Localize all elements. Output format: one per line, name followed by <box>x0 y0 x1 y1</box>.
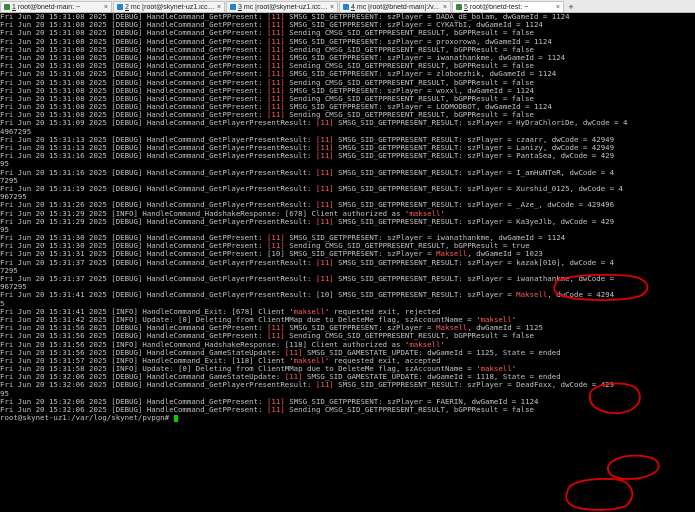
tab-number: 4 <box>351 3 355 11</box>
log-line: Fri Jun 20 15:31:37 2025 [DEBUG] HandleC… <box>0 274 695 283</box>
terminal-output[interactable]: Fri Jun 20 15:31:08 2025 [DEBUG] HandleC… <box>0 13 695 512</box>
log-line: Fri Jun 20 15:31:37 2025 [DEBUG] HandleC… <box>0 257 695 267</box>
log-line: Fri Jun 20 15:32:06 2025 [DEBUG] HandleC… <box>0 381 695 389</box>
terminal-icon <box>4 4 10 10</box>
tab-title: root@bnetd-main: ~ <box>17 3 81 11</box>
log-text: Fri Jun 20 15:31:19 2025 [DEBUG] HandleC… <box>0 183 316 193</box>
log-text: Fri Jun 20 15:32:06 2025 [DEBUG] HandleC… <box>0 380 316 390</box>
close-icon[interactable]: × <box>556 4 560 11</box>
terminal-icon <box>230 4 236 10</box>
close-icon[interactable]: × <box>104 4 108 11</box>
log-text: root@skynet-uz1:/var/log/skynet/pvpgn# <box>0 413 174 423</box>
log-text: SMSG_SID_GETPPRESENT_RESULT: szPlayer = … <box>333 183 623 193</box>
log-text: SMSG_SID_GETPPRESENT_RESULT: szPlayer = … <box>333 380 615 390</box>
close-icon[interactable]: × <box>217 4 221 11</box>
log-text: Fri Jun 20 15:31:09 2025 [DEBUG] HandleC… <box>0 118 316 128</box>
log-text: Fri Jun 20 15:31:16 2025 [DEBUG] HandleC… <box>0 167 316 177</box>
log-text: SMSG_SID_GETPPRESENT_RESULT: szPlayer = … <box>333 151 615 161</box>
highlight-text: [11] <box>266 405 285 414</box>
tab-1[interactable]: 1 root@bnetd-main: ~ × <box>0 1 112 12</box>
tab-title: mc [root@skynet-uz1.iccu... <box>130 3 215 11</box>
tab-title: root@bnetd-test: ~ <box>469 3 529 11</box>
highlight-text: [11] <box>315 151 334 161</box>
tab-title: mc [root@skynet-uz1.iccu... <box>243 3 328 11</box>
log-line: Fri Jun 20 15:31:16 2025 [DEBUG] HandleC… <box>0 167 695 177</box>
log-line: Fri Jun 20 15:31:19 2025 [DEBUG] HandleC… <box>0 183 695 193</box>
log-text: Fri Jun 20 15:31:16 2025 [DEBUG] HandleC… <box>0 151 316 161</box>
log-text: , dwCode = 4294 <box>547 290 615 300</box>
log-text: Fri Jun 20 15:31:37 2025 [DEBUG] HandleC… <box>0 274 316 283</box>
highlight-text: [11] <box>315 274 334 283</box>
highlight-text: [11] <box>315 183 334 193</box>
new-tab-button[interactable]: + <box>565 1 577 12</box>
close-icon[interactable]: × <box>443 4 447 11</box>
tab-number: 3 <box>238 3 242 11</box>
tab-2[interactable]: 2 mc [root@skynet-uz1.iccu... × <box>113 1 225 12</box>
tab-3[interactable]: 3 mc [root@skynet-uz1.iccu... × <box>226 1 338 12</box>
log-text: Fri Jun 20 15:31:41 2025 [DEBUG] HandleC… <box>0 290 517 300</box>
tab-number: 1 <box>12 3 16 11</box>
tab-title: mc [root@bnetd-main]:/v... <box>356 3 439 11</box>
text-cursor <box>173 414 178 422</box>
tab-5[interactable]: 5 root@bnetd-test: ~ × <box>452 1 564 12</box>
tab-4[interactable]: 4 mc [root@bnetd-main]:/v... × <box>339 1 451 12</box>
shell-prompt: root@skynet-uz1:/var/log/skynet/pvpgn# <box>0 414 695 422</box>
log-line: Fri Jun 20 15:31:16 2025 [DEBUG] HandleC… <box>0 152 695 160</box>
terminal-icon <box>117 4 123 10</box>
highlight-text: [11] <box>315 118 334 128</box>
highlight-text: [11] <box>315 380 334 390</box>
close-icon[interactable]: × <box>330 4 334 11</box>
tab-number: 5 <box>464 3 468 11</box>
log-text: Sending CMSG_SID_GETPPRESENT_RESULT, bGP… <box>284 405 534 414</box>
terminal-icon <box>456 4 462 10</box>
log-text: SMSG_SID_GETPPRESENT_RESULT: szPlayer = … <box>333 257 615 267</box>
log-text: Fri Jun 20 15:31:29 2025 [DEBUG] HandleC… <box>0 216 316 226</box>
terminal-icon <box>343 4 349 10</box>
highlight-text: [11] <box>315 257 334 267</box>
log-text: SMSG_SID_GETPPRESENT_RESULT: szPlayer = … <box>333 118 628 128</box>
highlight-text: [11] <box>315 216 334 226</box>
tab-number: 2 <box>125 3 129 11</box>
log-text: SMSG_SID_GETPPRESENT_RESULT: szPlayer = … <box>333 167 615 177</box>
highlight-text: [11] <box>315 167 334 177</box>
log-text: SMSG_SID_GETPPRESENT_RESULT: szPlayer = … <box>333 216 615 226</box>
log-line: Fri Jun 20 15:31:29 2025 [DEBUG] HandleC… <box>0 216 695 226</box>
log-line: Fri Jun 20 15:31:09 2025 [DEBUG] HandleC… <box>0 119 695 127</box>
highlight-text: Maksell <box>516 290 548 300</box>
log-line: Fri Jun 20 15:31:41 2025 [DEBUG] HandleC… <box>0 291 695 299</box>
log-text: Fri Jun 20 15:31:37 2025 [DEBUG] HandleC… <box>0 257 316 267</box>
tab-bar: 1 root@bnetd-main: ~ × 2 mc [root@skynet-uz1… <box>0 0 695 13</box>
log-text: SMSG_SID_GETPPRESENT_RESULT: szPlayer = … <box>333 274 615 283</box>
